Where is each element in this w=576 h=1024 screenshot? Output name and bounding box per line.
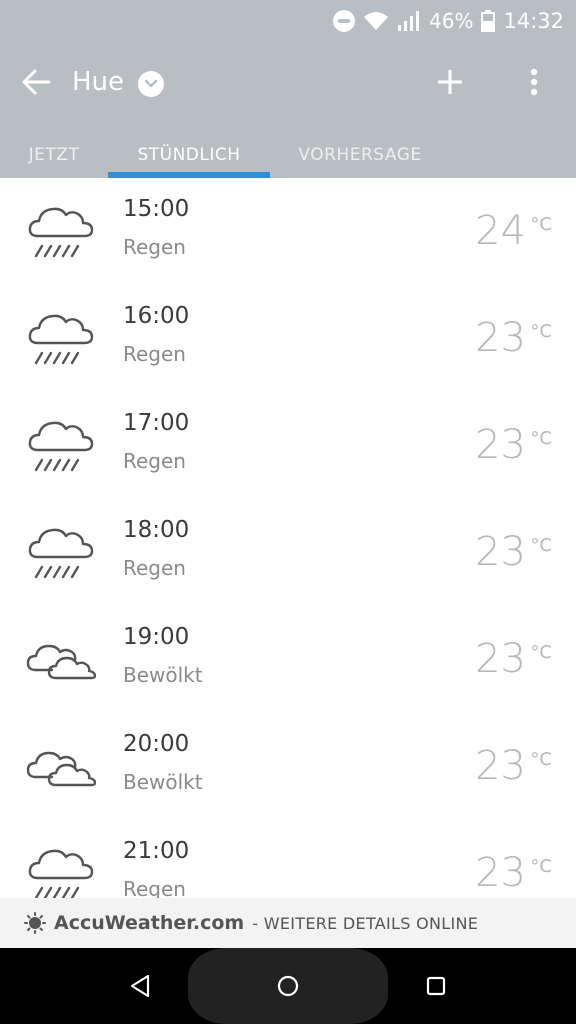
nav-back-button[interactable] [120,966,160,1006]
hour-time: 17:00 [123,410,190,436]
circle-home-icon [277,975,299,997]
tab-stuendlich[interactable]: STÜNDLICH [108,132,270,178]
hour-condition: Bewölkt [123,663,203,687]
temperature-unit: °C [530,642,552,663]
do-not-disturb-icon [333,10,356,32]
more-options-button[interactable] [514,62,554,102]
hour-time: 19:00 [123,624,190,650]
hour-temperature: 23 [475,315,526,361]
tab-bar: JETZT STÜNDLICH VORHERSAGE [0,132,576,178]
status-icons: 46% 14:32 [333,0,564,42]
more-vert-icon [530,68,538,96]
list-item[interactable]: 19:00 Bewölkt 23 °C [0,606,576,713]
temperature-unit: °C [530,428,552,449]
accuweather-footer[interactable]: AccuWeather.com - WEITERE DETAILS ONLINE [0,898,576,948]
signal-icon [397,10,421,32]
wifi-icon [363,10,389,32]
hour-condition: Regen [123,449,186,473]
rain-cloud-icon [28,207,94,258]
hour-time: 20:00 [123,731,190,757]
hourly-list[interactable]: 15:00 Regen 24 °C 16:00 Regen 23 °C 17:0… [0,178,576,898]
temperature-unit: °C [530,749,552,770]
hour-time: 21:00 [123,838,190,864]
hour-condition: Bewölkt [123,770,203,794]
location-selector[interactable]: Hue [72,62,165,102]
list-item[interactable]: 16:00 Regen 23 °C [0,285,576,392]
app-bar: Hue JETZT STÜNDLICH VORHERSAGE [0,42,576,178]
cloudy-icon [26,644,96,680]
tab-label: VORHERSAGE [298,145,422,165]
list-item[interactable]: 18:00 Regen 23 °C [0,499,576,606]
tab-label: JETZT [28,145,80,165]
list-item[interactable]: 17:00 Regen 23 °C [0,392,576,499]
hour-temperature: 24 [475,208,526,254]
hour-condition: Regen [123,342,186,366]
clock: 14:32 [503,9,564,33]
rain-cloud-icon [28,528,94,579]
rain-cloud-icon [28,314,94,365]
hour-time: 16:00 [123,303,190,329]
hour-temperature: 23 [475,422,526,468]
temperature-unit: °C [530,856,552,877]
status-bar: 46% 14:32 [0,0,576,42]
tab-jetzt[interactable]: JETZT [0,132,108,178]
list-item[interactable]: 15:00 Regen 24 °C [0,178,576,285]
system-nav-bar [0,948,576,1024]
hour-time: 18:00 [123,517,190,543]
list-item[interactable]: 20:00 Bewölkt 23 °C [0,713,576,820]
hour-time: 15:00 [123,196,190,222]
rain-cloud-icon [28,849,94,898]
hour-temperature: 23 [475,850,526,896]
battery-icon [481,10,496,32]
list-item[interactable]: 21:00 Regen 23 °C [0,820,576,898]
back-button[interactable] [16,62,56,102]
arrow-left-icon [22,69,51,95]
more-details-link[interactable]: - WEITERE DETAILS ONLINE [252,914,478,933]
temperature-unit: °C [530,214,552,235]
temperature-unit: °C [530,535,552,556]
rain-cloud-icon [28,421,94,472]
square-recents-icon [426,976,446,996]
hour-condition: Regen [123,235,186,259]
hour-temperature: 23 [475,743,526,789]
hour-condition: Regen [123,556,186,580]
hour-condition: Regen [123,877,186,898]
hour-temperature: 23 [475,636,526,682]
tab-label: STÜNDLICH [137,145,241,165]
location-title: Hue [72,67,125,97]
nav-home-button[interactable] [268,966,308,1006]
brand-logo: AccuWeather.com [54,912,245,934]
nav-recents-button[interactable] [416,966,456,1006]
triangle-back-icon [130,974,150,998]
cloudy-icon [26,751,96,787]
sun-logo-icon [24,912,46,934]
hour-temperature: 23 [475,529,526,575]
battery-percent: 46% [429,9,474,33]
plus-icon [438,70,462,94]
tab-vorhersage[interactable]: VORHERSAGE [270,132,450,178]
chevron-down-icon [138,71,165,97]
temperature-unit: °C [530,321,552,342]
add-location-button[interactable] [430,62,470,102]
